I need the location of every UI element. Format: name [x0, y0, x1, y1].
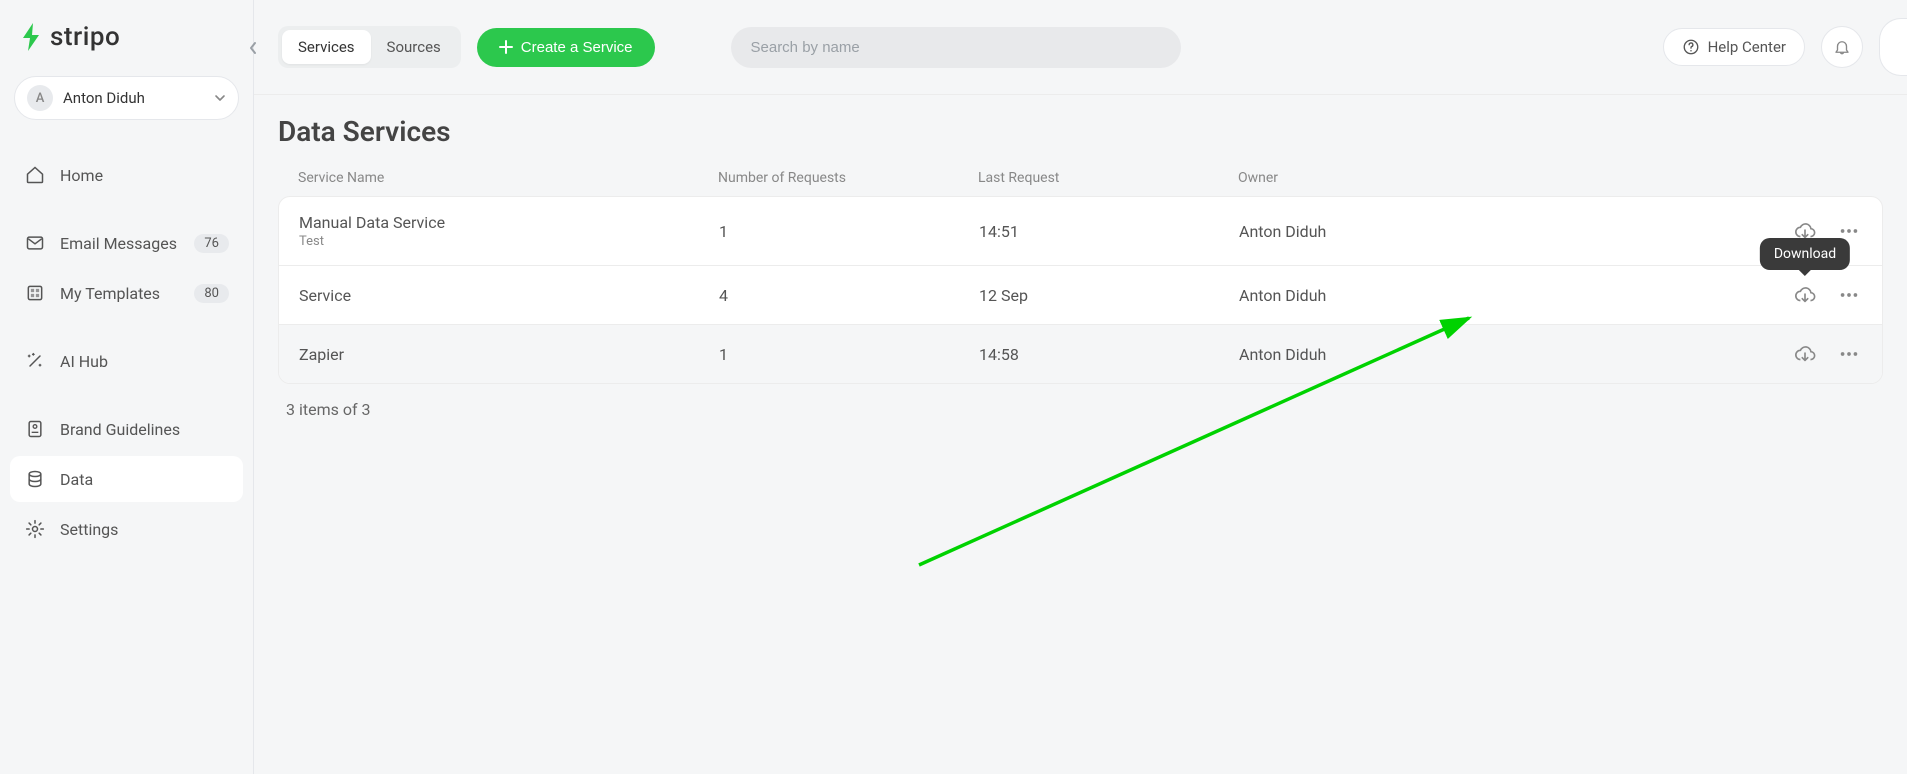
sidebar-item-label: Data — [60, 470, 229, 489]
sidebar-item-label: My Templates — [60, 284, 180, 303]
cloud-download-icon — [1794, 220, 1816, 242]
sidebar-item-label: AI Hub — [60, 352, 229, 371]
user-menu[interactable]: A Anton Diduh — [14, 76, 239, 120]
row-menu-button[interactable] — [1836, 218, 1862, 244]
cell-last-request: 14:51 — [979, 222, 1239, 241]
chevron-down-icon — [214, 92, 226, 104]
topbar: Services Sources Create a Service Help C… — [254, 0, 1907, 94]
guidelines-icon — [24, 418, 46, 440]
avatar: A — [27, 85, 53, 111]
bell-icon — [1833, 38, 1851, 56]
notifications-button[interactable] — [1821, 26, 1863, 68]
more-horizontal-icon — [1838, 343, 1860, 365]
sidebar-item-label: Settings — [60, 520, 229, 539]
cell-requests: 4 — [719, 286, 979, 305]
cell-last-request: 14:58 — [979, 345, 1239, 364]
more-horizontal-icon — [1838, 284, 1860, 306]
sidebar-item-ai-hub[interactable]: AI Hub — [10, 338, 243, 384]
table-row[interactable]: Manual Data Service Test 1 14:51 Anton D… — [279, 197, 1882, 266]
search-input[interactable] — [731, 27, 1181, 68]
sidebar-item-label: Home — [60, 166, 229, 185]
help-center-label: Help Center — [1708, 38, 1786, 56]
brand-logo[interactable]: stripo — [10, 14, 243, 76]
cell-owner: Anton Diduh — [1239, 286, 1539, 305]
cell-service-name: Service — [299, 286, 719, 305]
brand-name: stripo — [50, 22, 120, 52]
download-button[interactable]: Download — [1792, 282, 1818, 308]
sidebar-item-data[interactable]: Data — [10, 456, 243, 502]
row-menu-button[interactable] — [1836, 341, 1862, 367]
cell-owner: Anton Diduh — [1239, 222, 1539, 241]
main-panel: Services Sources Create a Service Help C… — [254, 0, 1907, 774]
services-table: Service Name Number of Requests Last Req… — [278, 160, 1883, 384]
cell-last-request: 12 Sep — [979, 286, 1239, 305]
templates-icon — [24, 282, 46, 304]
sidebar-item-label: Email Messages — [60, 234, 180, 253]
pagination-summary: 3 items of 3 — [278, 384, 1883, 435]
search-wrap — [731, 27, 1181, 68]
table-header: Service Name Number of Requests Last Req… — [278, 160, 1883, 196]
col-requests: Number of Requests — [718, 170, 978, 186]
table-row[interactable]: Service 4 12 Sep Anton Diduh Download — [279, 266, 1882, 325]
page-title: Data Services — [278, 115, 1883, 148]
cell-service-sub: Test — [299, 234, 719, 249]
sidebar-badge: 80 — [194, 284, 229, 303]
tab-group: Services Sources — [278, 26, 461, 68]
sidebar-item-home[interactable]: Home — [10, 152, 243, 198]
col-last-request: Last Request — [978, 170, 1238, 186]
download-button[interactable] — [1792, 341, 1818, 367]
help-icon — [1682, 38, 1700, 56]
download-button[interactable] — [1792, 218, 1818, 244]
cloud-download-icon — [1794, 343, 1816, 365]
cell-owner: Anton Diduh — [1239, 345, 1539, 364]
home-icon — [24, 164, 46, 186]
stripo-logo-icon — [20, 22, 42, 52]
gear-icon — [24, 518, 46, 540]
create-service-button[interactable]: Create a Service — [477, 28, 655, 67]
plus-icon — [499, 40, 513, 54]
database-icon — [24, 468, 46, 490]
col-service-name: Service Name — [298, 170, 718, 186]
sidebar-item-brand-guidelines[interactable]: Brand Guidelines — [10, 406, 243, 452]
sidebar-item-email-messages[interactable]: Email Messages 76 — [10, 220, 243, 266]
help-center-button[interactable]: Help Center — [1663, 28, 1805, 66]
right-drawer-handle[interactable] — [1879, 18, 1907, 76]
create-service-label: Create a Service — [521, 39, 633, 56]
sidebar: stripo A Anton Diduh Home Email Messages… — [0, 0, 254, 774]
sidebar-badge: 76 — [194, 234, 229, 253]
sidebar-item-my-templates[interactable]: My Templates 80 — [10, 270, 243, 316]
cell-requests: 1 — [719, 345, 979, 364]
table-row[interactable]: Zapier 1 14:58 Anton Diduh — [279, 325, 1882, 383]
magic-wand-icon — [24, 350, 46, 372]
sidebar-item-settings[interactable]: Settings — [10, 506, 243, 552]
user-name: Anton Diduh — [63, 89, 204, 107]
tab-sources[interactable]: Sources — [371, 30, 457, 64]
cell-service-name: Manual Data Service — [299, 213, 719, 232]
sidebar-collapse-button[interactable] — [241, 36, 265, 60]
envelope-icon — [24, 232, 46, 254]
sidebar-item-label: Brand Guidelines — [60, 420, 229, 439]
cell-service-name: Zapier — [299, 345, 719, 364]
cloud-download-icon — [1794, 284, 1816, 306]
row-menu-button[interactable] — [1836, 282, 1862, 308]
col-owner: Owner — [1238, 170, 1538, 186]
cell-requests: 1 — [719, 222, 979, 241]
tab-services[interactable]: Services — [282, 30, 371, 64]
more-horizontal-icon — [1838, 220, 1860, 242]
